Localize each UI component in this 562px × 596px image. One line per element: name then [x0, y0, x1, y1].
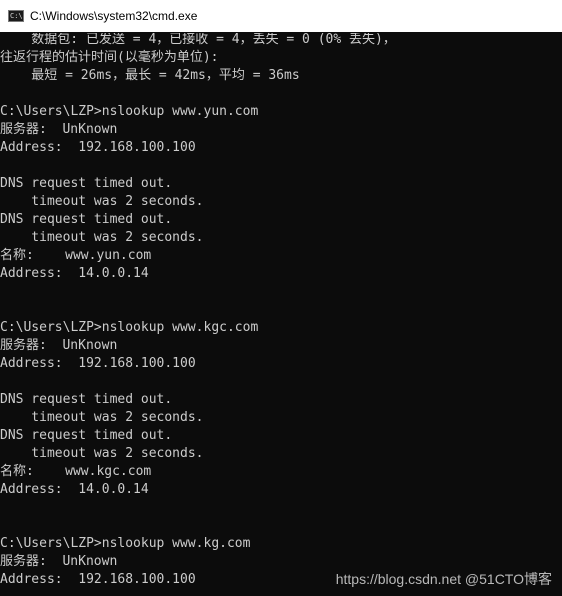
console-output[interactable]: 数据包: 已发送 = 4，已接收 = 4，丢失 = 0 (0% 丢失)， 往返行程… [0, 33, 562, 596]
console-line: 名称: www.kgc.com [0, 464, 152, 479]
console-line: 服务器: UnKnown [0, 554, 118, 569]
console-line: DNS request timed out. [0, 212, 173, 227]
console-line: timeout was 2 seconds. [0, 410, 204, 425]
title-bar[interactable]: C:\ C:\Windows\system32\cmd.exe [0, 0, 562, 32]
window-title: C:\Windows\system32\cmd.exe [30, 9, 198, 23]
watermark: https://blog.csdn.net @51CTO博客 [335, 571, 552, 587]
console-line: timeout was 2 seconds. [0, 446, 204, 461]
console-line: 服务器: UnKnown [0, 338, 118, 353]
console-line: DNS request timed out. [0, 392, 173, 407]
console-line: Address: 14.0.0.14 [0, 482, 149, 497]
console-line: Address: 14.0.0.14 [0, 266, 149, 281]
console-line: timeout was 2 seconds. [0, 230, 204, 245]
console-line: DNS request timed out. [0, 428, 173, 443]
cmd-console-icon: C:\ [8, 10, 24, 22]
console-line: C:\Users\LZP>nslookup www.kgc.com [0, 320, 259, 335]
console-line: 往返行程的估计时间(以毫秒为单位): [0, 50, 219, 65]
console-line: C:\Users\LZP>nslookup www.yun.com [0, 104, 259, 119]
console-line: 名称: www.yun.com [0, 248, 152, 263]
console-line: Address: 192.168.100.100 [0, 140, 196, 155]
console-line: timeout was 2 seconds. [0, 194, 204, 209]
console-line: DNS request timed out. [0, 176, 173, 191]
console-line: 服务器: UnKnown [0, 122, 118, 137]
console-line: Address: 192.168.100.100 [0, 572, 196, 587]
cmd-window: C:\ C:\Windows\system32\cmd.exe 数据包: 已发送… [0, 0, 562, 596]
console-line: C:\Users\LZP>nslookup www.kg.com [0, 536, 251, 551]
console-line: Address: 192.168.100.100 [0, 356, 196, 371]
console-line: 最短 = 26ms，最长 = 42ms，平均 = 36ms [0, 68, 300, 83]
console-line: 数据包: 已发送 = 4，已接收 = 4，丢失 = 0 (0% 丢失)， [0, 33, 396, 47]
